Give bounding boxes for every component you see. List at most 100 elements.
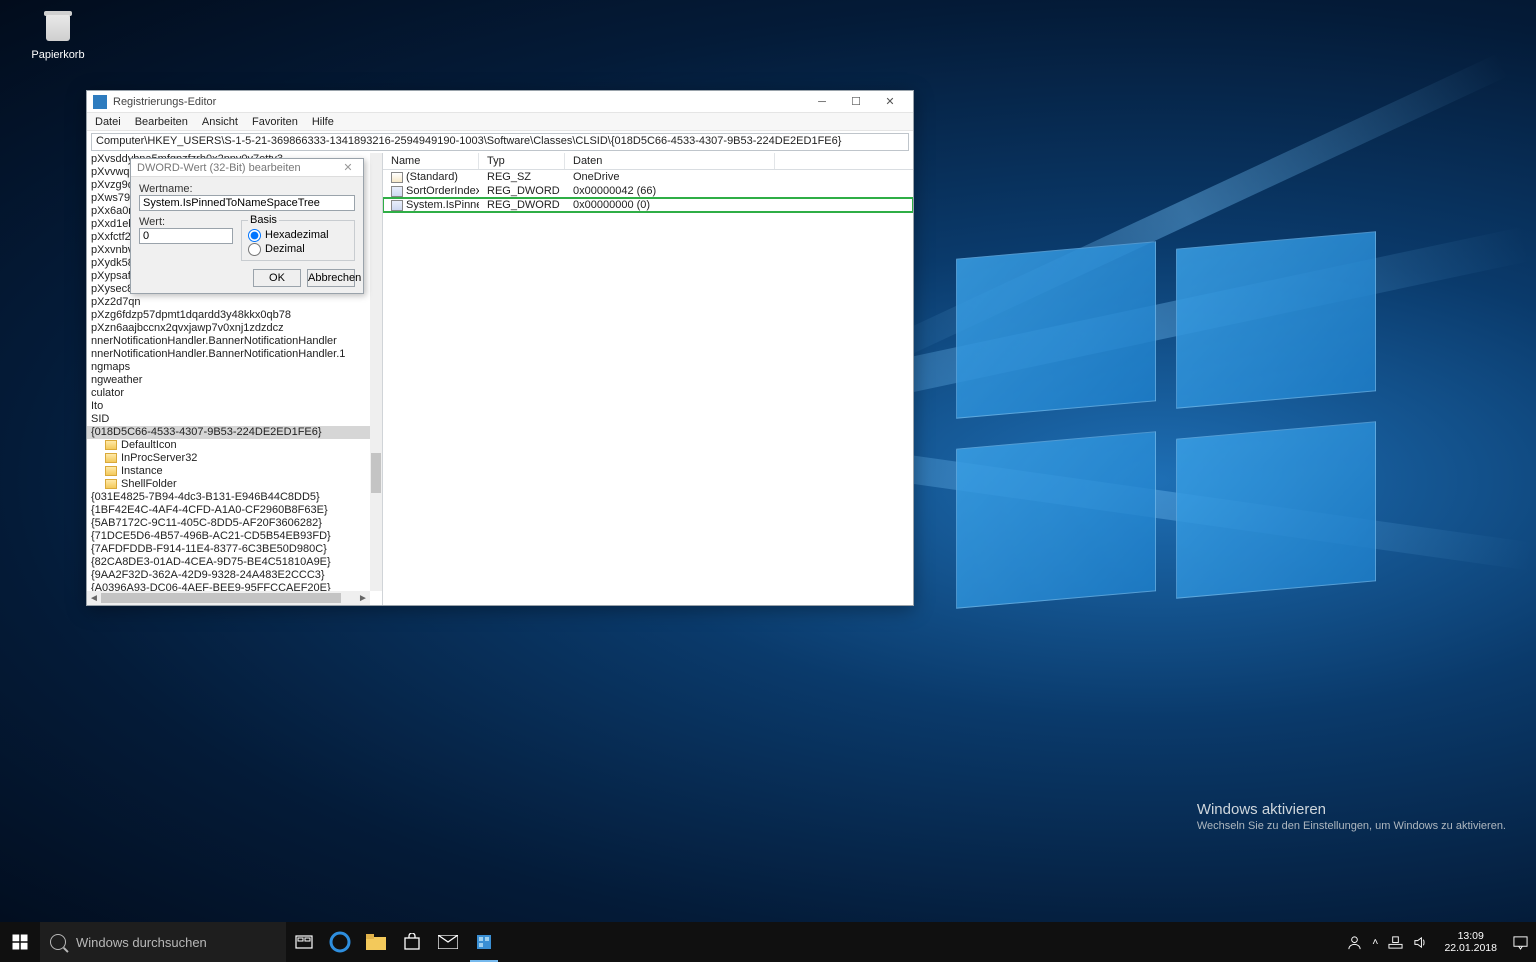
tree-item[interactable]: Instance [87,465,370,478]
cancel-button[interactable]: Abbrechen [307,269,355,287]
tray-chevron-icon[interactable]: ˄ [1372,936,1378,948]
wertname-input[interactable] [139,195,355,211]
recycle-bin[interactable]: Papierkorb [22,5,94,61]
titlebar[interactable]: Registrierungs-Editor ─ ☐ ✕ [87,91,913,113]
radio-dez-label: Dezimal [265,242,305,256]
minimize-button[interactable]: ─ [805,91,839,113]
dialog-title: DWORD-Wert (32-Bit) bearbeiten [137,162,339,174]
maximize-button[interactable]: ☐ [839,91,873,113]
tree-item[interactable]: {7AFDFDDB-F914-11E4-8377-6C3BE50D980C} [87,543,370,556]
folder-icon [105,453,117,463]
clock-time: 13:09 [1444,930,1497,942]
windows-logo-icon [11,933,29,951]
ok-button[interactable]: OK [253,269,301,287]
tree-item[interactable]: SID [87,413,370,426]
wert-label: Wert: [139,216,233,228]
people-icon[interactable] [1347,935,1362,950]
watermark-sub: Wechseln Sie zu den Einstellungen, um Wi… [1197,820,1506,832]
tree-vertical-scrollbar[interactable] [370,153,382,591]
menu-bearbeiten[interactable]: Bearbeiten [135,116,188,128]
value-row[interactable]: (Standard)REG_SZOneDrive [383,170,913,184]
values-header[interactable]: Name Typ Daten [383,153,913,170]
tree-item[interactable]: culator [87,387,370,400]
col-daten[interactable]: Daten [565,153,775,169]
tree-horizontal-scrollbar[interactable]: ◄► [87,591,370,605]
task-view-icon [295,935,313,949]
search-icon [50,934,66,950]
regedit-taskbar[interactable] [466,922,502,962]
folder-icon [105,440,117,450]
dword-value-icon [391,186,403,197]
col-typ[interactable]: Typ [479,153,565,169]
activation-watermark: Windows aktivieren Wechseln Sie zu den E… [1197,801,1506,832]
tree-item[interactable]: {71DCE5D6-4B57-496B-AC21-CD5B54EB93FD} [87,530,370,543]
address-bar[interactable]: Computer\HKEY_USERS\S-1-5-21-369866333-1… [91,133,909,151]
start-button[interactable] [0,922,40,962]
tree-item[interactable]: {1BF42E4C-4AF4-4CFD-A1A0-CF2960B8F63E} [87,504,370,517]
menu-hilfe[interactable]: Hilfe [312,116,334,128]
tree-item[interactable]: {031E4825-7B94-4dc3-B131-E946B44C8DD5} [87,491,370,504]
dialog-close-button[interactable]: ✕ [339,161,357,174]
tree-item[interactable]: pXz2d7qn [87,296,370,309]
folder-icon [366,934,386,950]
radio-hex-label: Hexadezimal [265,228,329,242]
tree-item[interactable]: {82CA8DE3-01AD-4CEA-9D75-BE4C51810A9E} [87,556,370,569]
recycle-bin-label: Papierkorb [22,49,94,61]
wertname-label: Wertname: [139,183,355,195]
task-view-button[interactable] [286,922,322,962]
radio-dez[interactable] [248,243,261,256]
volume-icon[interactable] [1413,935,1428,950]
watermark-title: Windows aktivieren [1197,801,1506,818]
dialog-titlebar[interactable]: DWORD-Wert (32-Bit) bearbeiten ✕ [131,159,363,177]
menu-favoriten[interactable]: Favoriten [252,116,298,128]
mail-icon [438,935,458,949]
close-button[interactable]: ✕ [873,91,907,113]
action-center-icon[interactable] [1513,935,1528,950]
menu-datei[interactable]: Datei [95,116,121,128]
tree-item[interactable]: DefaultIcon [87,439,370,452]
wallpaper-windows-logo [956,250,1416,650]
folder-icon [105,466,117,476]
explorer-app[interactable] [358,922,394,962]
tree-item[interactable]: pXzg6fdzp57dpmt1dqardd3y48kkx0qb78 [87,309,370,322]
tree-item[interactable]: Ito [87,400,370,413]
value-row[interactable]: SortOrderIndexREG_DWORD0x00000042 (66) [383,184,913,198]
tree-item[interactable]: InProcServer32 [87,452,370,465]
store-icon [403,933,421,951]
radio-hex[interactable] [248,229,261,242]
tree-item[interactable]: ShellFolder [87,478,370,491]
regedit-icon [93,95,107,109]
tree-item[interactable]: ngmaps [87,361,370,374]
values-pane: Name Typ Daten (Standard)REG_SZOneDriveS… [383,153,913,605]
search-placeholder: Windows durchsuchen [76,935,207,950]
menu-ansicht[interactable]: Ansicht [202,116,238,128]
edge-icon [329,931,351,953]
tree-item[interactable]: {5AB7172C-9C11-405C-8DD5-AF20F3606282} [87,517,370,530]
clock[interactable]: 13:09 22.01.2018 [1438,930,1503,954]
string-value-icon [391,172,403,183]
wert-input[interactable] [139,228,233,244]
tree-item[interactable]: pXzn6aajbccnx2qvxjawp7v0xnj1zdzdcz [87,322,370,335]
col-name[interactable]: Name [383,153,479,169]
tree-item[interactable]: nnerNotificationHandler.BannerNotificati… [87,335,370,348]
tree-item[interactable]: {9AA2F32D-362A-42D9-9328-24A483E2CCC3} [87,569,370,582]
tree-item-selected[interactable]: {018D5C66-4533-4307-9B53-224DE2ED1FE6} [87,426,370,439]
tree-item[interactable]: {A0396A93-DC06-4AEF-BEE9-95FFCCAEF20E} [87,582,370,591]
window-title: Registrierungs-Editor [113,96,805,108]
store-app[interactable] [394,922,430,962]
recycle-bin-icon [38,5,78,45]
search-box[interactable]: Windows durchsuchen [40,922,286,962]
basis-legend: Basis [248,214,279,226]
clock-date: 22.01.2018 [1444,942,1497,954]
network-icon[interactable] [1388,935,1403,950]
value-row[interactable]: System.IsPinnedTo...REG_DWORD0x00000000 … [383,198,913,212]
system-tray: ˄ 13:09 22.01.2018 [1339,930,1536,954]
menubar: Datei Bearbeiten Ansicht Favoriten Hilfe [87,113,913,131]
basis-fieldset: Basis Hexadezimal Dezimal [241,214,355,261]
dword-value-icon [391,200,403,211]
tree-item[interactable]: ngweather [87,374,370,387]
mail-app[interactable] [430,922,466,962]
folder-icon [105,479,117,489]
tree-item[interactable]: nnerNotificationHandler.BannerNotificati… [87,348,370,361]
edge-app[interactable] [322,922,358,962]
